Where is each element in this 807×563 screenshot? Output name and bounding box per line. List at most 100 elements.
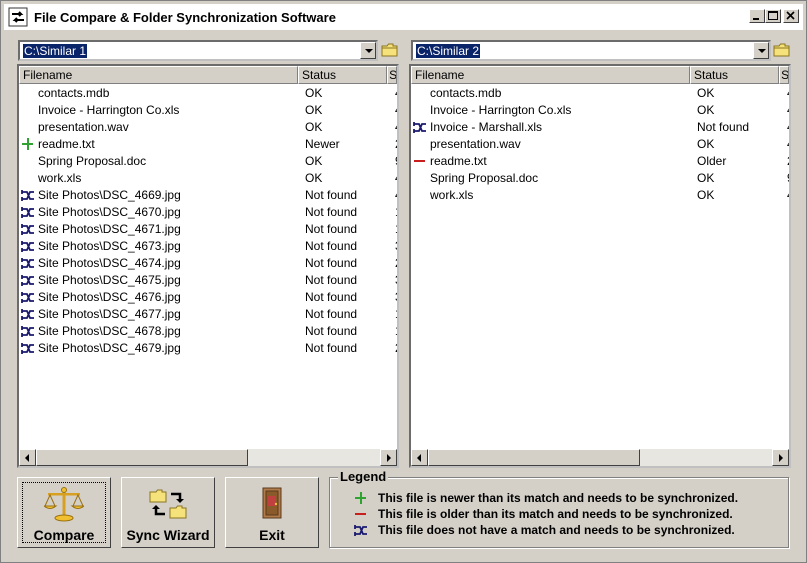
file-status: Not found — [305, 324, 358, 338]
file-row[interactable]: Invoice - Marshall.xls Not found 4 — [411, 119, 789, 136]
right-file-list[interactable]: Filename Status S contacts.mdbOK4Invoice… — [409, 64, 791, 468]
legend-item-older: This file is older than its match and ne… — [354, 506, 733, 522]
legend-item-newer: This file is newer than its match and ne… — [354, 490, 738, 506]
file-row[interactable]: Site Photos\DSC_4676.jpgNot found3 — [19, 289, 397, 306]
right-scroll-left-button[interactable] — [411, 449, 428, 466]
file-name: Site Photos\DSC_4669.jpg — [38, 188, 181, 202]
sync-folders-icon — [148, 486, 188, 522]
file-name: work.xls — [38, 171, 82, 185]
left-col-status[interactable]: Status — [298, 66, 388, 84]
right-path-dropdown-button[interactable] — [753, 42, 769, 59]
file-row[interactable]: work.xlsOK4 — [19, 170, 397, 187]
file-status: OK — [697, 188, 715, 202]
file-status: OK — [305, 120, 323, 134]
file-row[interactable]: Site Photos\DSC_4669.jpgNot found4 — [19, 187, 397, 204]
maximize-button[interactable] — [765, 9, 781, 23]
file-size: 4 — [787, 85, 789, 102]
file-name: Site Photos\DSC_4674.jpg — [38, 256, 181, 270]
file-name: Invoice - Marshall.xls — [430, 120, 543, 134]
left-browse-folder-icon[interactable] — [381, 41, 399, 59]
left-col-size[interactable]: S — [387, 66, 397, 84]
file-row[interactable]: Site Photos\DSC_4671.jpgNot found1 — [19, 221, 397, 238]
file-name: Invoice - Harrington Co.xls — [430, 103, 572, 117]
right-path-combo[interactable]: C:\Similar 2 — [411, 40, 771, 61]
file-name: Site Photos\DSC_4677.jpg — [38, 307, 181, 321]
left-list-header: Filename Status S — [19, 66, 397, 84]
file-status: OK — [305, 86, 323, 100]
right-browse-folder-icon[interactable] — [773, 41, 791, 59]
file-row[interactable]: Site Photos\DSC_4677.jpgNot found1 — [19, 306, 397, 323]
file-name: Site Photos\DSC_4675.jpg — [38, 273, 181, 287]
no-match-icon — [21, 342, 35, 355]
right-scroll-right-button[interactable] — [772, 449, 789, 466]
no-match-icon — [413, 121, 427, 134]
file-row[interactable]: presentation.wavOK4 — [411, 136, 789, 153]
file-name: presentation.wav — [430, 137, 521, 151]
right-col-status[interactable]: Status — [690, 66, 780, 84]
right-list-header: Filename Status S — [411, 66, 789, 84]
right-col-size[interactable]: S — [779, 66, 789, 84]
sync-wizard-button[interactable]: Sync Wizard — [121, 477, 215, 548]
file-row[interactable]: work.xlsOK4 — [411, 187, 789, 204]
no-match-icon — [21, 325, 35, 338]
file-row[interactable]: readme.txt Older 2 — [411, 153, 789, 170]
file-name: contacts.mdb — [38, 86, 110, 100]
left-path-dropdown-button[interactable] — [360, 42, 376, 59]
file-name: Spring Proposal.doc — [38, 154, 147, 168]
file-row[interactable]: presentation.wavOK4 — [19, 119, 397, 136]
file-name: readme.txt — [430, 154, 487, 168]
no-match-icon — [21, 223, 35, 236]
file-row[interactable]: Invoice - Harrington Co.xlsOK4 — [19, 102, 397, 119]
minimize-button[interactable] — [749, 9, 765, 23]
left-path-combo[interactable]: C:\Similar 1 — [18, 40, 378, 61]
file-status: Not found — [305, 307, 358, 321]
left-scroll-left-button[interactable] — [19, 449, 36, 466]
no-match-icon — [21, 308, 35, 321]
right-col-filename[interactable]: Filename — [411, 66, 690, 84]
file-row[interactable]: Site Photos\DSC_4678.jpgNot found1 — [19, 323, 397, 340]
file-row[interactable]: Site Photos\DSC_4675.jpgNot found3 — [19, 272, 397, 289]
file-row[interactable]: Site Photos\DSC_4673.jpgNot found3 — [19, 238, 397, 255]
right-horizontal-scrollbar[interactable] — [411, 449, 789, 466]
file-size: 9 — [787, 170, 789, 187]
file-row[interactable]: readme.txtNewer2 — [19, 136, 397, 153]
app-window: File Compare & Folder Synchronization So… — [0, 0, 807, 563]
legend-group: Legend This file is newer than its match… — [329, 469, 789, 548]
left-file-list[interactable]: Filename Status S contacts.mdbOK4Invoice… — [17, 64, 399, 468]
file-row[interactable]: Invoice - Harrington Co.xlsOK4 — [411, 102, 789, 119]
close-button[interactable] — [783, 9, 799, 23]
file-name: work.xls — [430, 188, 474, 202]
file-name: Site Photos\DSC_4676.jpg — [38, 290, 181, 304]
right-scroll-thumb[interactable] — [428, 449, 640, 466]
file-row[interactable]: Site Photos\DSC_4670.jpgNot found1 — [19, 204, 397, 221]
file-status: Not found — [305, 341, 358, 355]
file-row[interactable]: contacts.mdbOK4 — [411, 85, 789, 102]
legend-title: Legend — [338, 469, 389, 484]
pane-splitter[interactable] — [399, 35, 409, 467]
left-horizontal-scrollbar[interactable] — [19, 449, 397, 466]
minimize-icon — [753, 18, 759, 20]
file-row[interactable]: contacts.mdbOK4 — [19, 85, 397, 102]
file-status: Not found — [305, 256, 358, 270]
file-name: Spring Proposal.doc — [430, 171, 539, 185]
exit-button[interactable]: Exit — [225, 477, 319, 548]
file-row[interactable]: Site Photos\DSC_4679.jpgNot found2 — [19, 340, 397, 357]
compare-button[interactable]: Compare — [17, 477, 111, 548]
file-status: Not found — [305, 239, 358, 253]
no-match-icon — [21, 257, 35, 270]
file-row[interactable]: Spring Proposal.doc OK 9 — [411, 170, 789, 187]
newer-plus-icon — [354, 491, 368, 505]
file-row[interactable]: Spring Proposal.docOK9 — [19, 153, 397, 170]
no-match-icon — [21, 274, 35, 287]
file-status: OK — [305, 103, 323, 117]
file-status: OK — [697, 171, 715, 185]
left-scroll-thumb[interactable] — [36, 449, 248, 466]
legend-item-nomatch: This file does not have a match and need… — [354, 522, 735, 538]
file-row[interactable]: Site Photos\DSC_4674.jpgNot found2 — [19, 255, 397, 272]
left-scroll-right-button[interactable] — [380, 449, 397, 466]
door-icon — [252, 486, 292, 522]
left-col-filename[interactable]: Filename — [19, 66, 298, 84]
legend-newer-text: This file is newer than its match and ne… — [378, 491, 739, 505]
file-name: Site Photos\DSC_4670.jpg — [38, 205, 181, 219]
scales-icon — [42, 486, 86, 522]
